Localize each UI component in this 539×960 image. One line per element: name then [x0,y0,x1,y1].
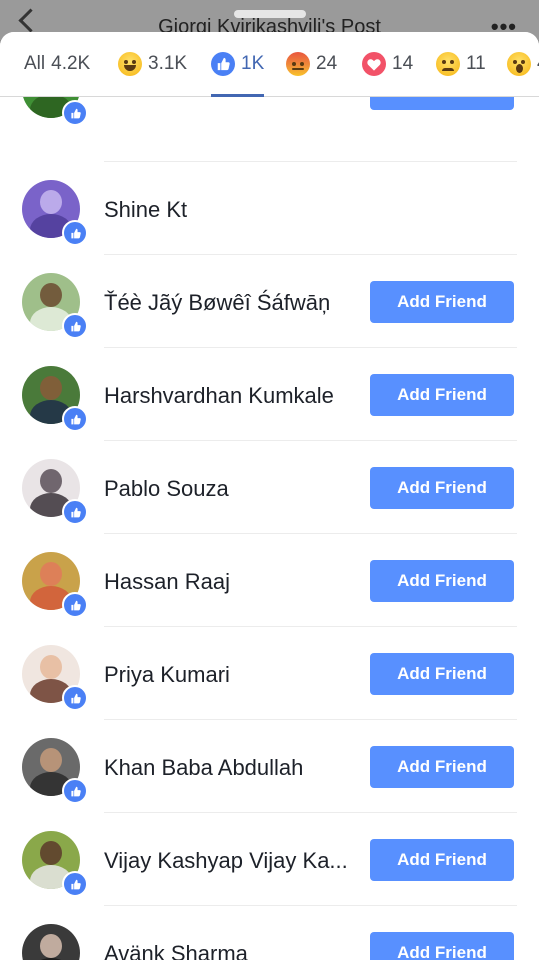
list-item[interactable]: Khan Baba Abdullah Add Friend [0,720,539,813]
sheet-grabber[interactable] [233,10,306,18]
person-name[interactable]: Priya Kumari [104,662,230,688]
haha-reaction-icon [118,52,142,76]
like-badge-icon [62,592,88,618]
like-badge-icon [62,499,88,525]
tab-haha[interactable]: 3.1K [118,32,187,96]
list-item[interactable]: Hassan Raaj Add Friend [0,534,539,627]
like-badge-icon [62,100,88,126]
like-reaction-icon [211,52,235,76]
tab-like[interactable]: 1K [211,32,265,97]
list-item[interactable]: Pablo Souza Add Friend [0,441,539,534]
person-name[interactable]: Pablo Souza [104,476,229,502]
sad-reaction-icon [436,52,460,76]
reaction-tabs: All 4.2K 3.1K 1K 24 14 11 [0,32,539,97]
tab-love[interactable]: 14 [362,32,413,96]
person-name[interactable]: Khan Baba Abdullah [104,755,303,781]
reactions-screen: Giorgi Kvirikashvili's Post ••• All 4.2K… [0,0,539,960]
tab-sad[interactable]: 11 [436,32,486,96]
tab-all[interactable]: All 4.2K [24,32,90,96]
tab-angry[interactable]: 24 [286,32,337,96]
tab-love-count: 14 [392,53,414,74]
tab-wow[interactable]: 4 [507,32,539,96]
reactions-sheet: All 4.2K 3.1K 1K 24 14 11 Shine Kt Ťéè J… [0,32,539,960]
add-friend-button[interactable]: Add Friend [370,746,514,788]
tab-like-count: 1K [241,53,265,74]
tab-all-count: 4.2K [51,53,91,74]
add-friend-button[interactable]: Add Friend [370,653,514,695]
add-friend-button[interactable]: Add Friend [370,932,514,960]
like-badge-icon [62,871,88,897]
tab-all-label: All [24,53,46,74]
add-friend-button[interactable]: Add Friend [370,467,514,509]
like-badge-icon [62,220,88,246]
add-friend-button[interactable]: Add Friend [370,281,514,323]
angry-reaction-icon [286,52,310,76]
tab-haha-count: 3.1K [148,53,188,74]
like-badge-icon [62,313,88,339]
like-badge-icon [62,406,88,432]
list-item[interactable]: Ťéè Jãý Bøwêî Śáfwāņ Add Friend [0,255,539,348]
love-reaction-icon [362,52,386,76]
add-friend-button[interactable]: Add Friend [370,839,514,881]
add-friend-button[interactable]: Add Friend [370,560,514,602]
list-item[interactable]: Avänk Sharma Add Friend [0,906,539,960]
person-name[interactable]: Avänk Sharma [104,941,248,960]
tab-angry-count: 24 [316,53,338,74]
person-name[interactable]: Ťéè Jãý Bøwêî Śáfwāņ [104,290,330,316]
person-name[interactable]: Hassan Raaj [104,569,230,595]
avatar[interactable] [22,924,80,960]
person-name[interactable]: Shine Kt [104,197,187,223]
add-friend-button[interactable]: Add Friend [370,374,514,416]
wow-reaction-icon [507,52,531,76]
list-item[interactable]: Harshvardhan Kumkale Add Friend [0,348,539,441]
like-badge-icon [62,778,88,804]
list-item[interactable]: Vijay Kashyap Vijay Ka... Add Friend [0,813,539,906]
person-name[interactable]: Harshvardhan Kumkale [104,383,334,409]
list-item[interactable]: Priya Kumari Add Friend [0,627,539,720]
tab-sad-count: 11 [466,53,486,74]
person-name[interactable]: Vijay Kashyap Vijay Ka... [104,848,348,874]
like-badge-icon [62,685,88,711]
list-item[interactable]: Shine Kt [0,162,539,255]
